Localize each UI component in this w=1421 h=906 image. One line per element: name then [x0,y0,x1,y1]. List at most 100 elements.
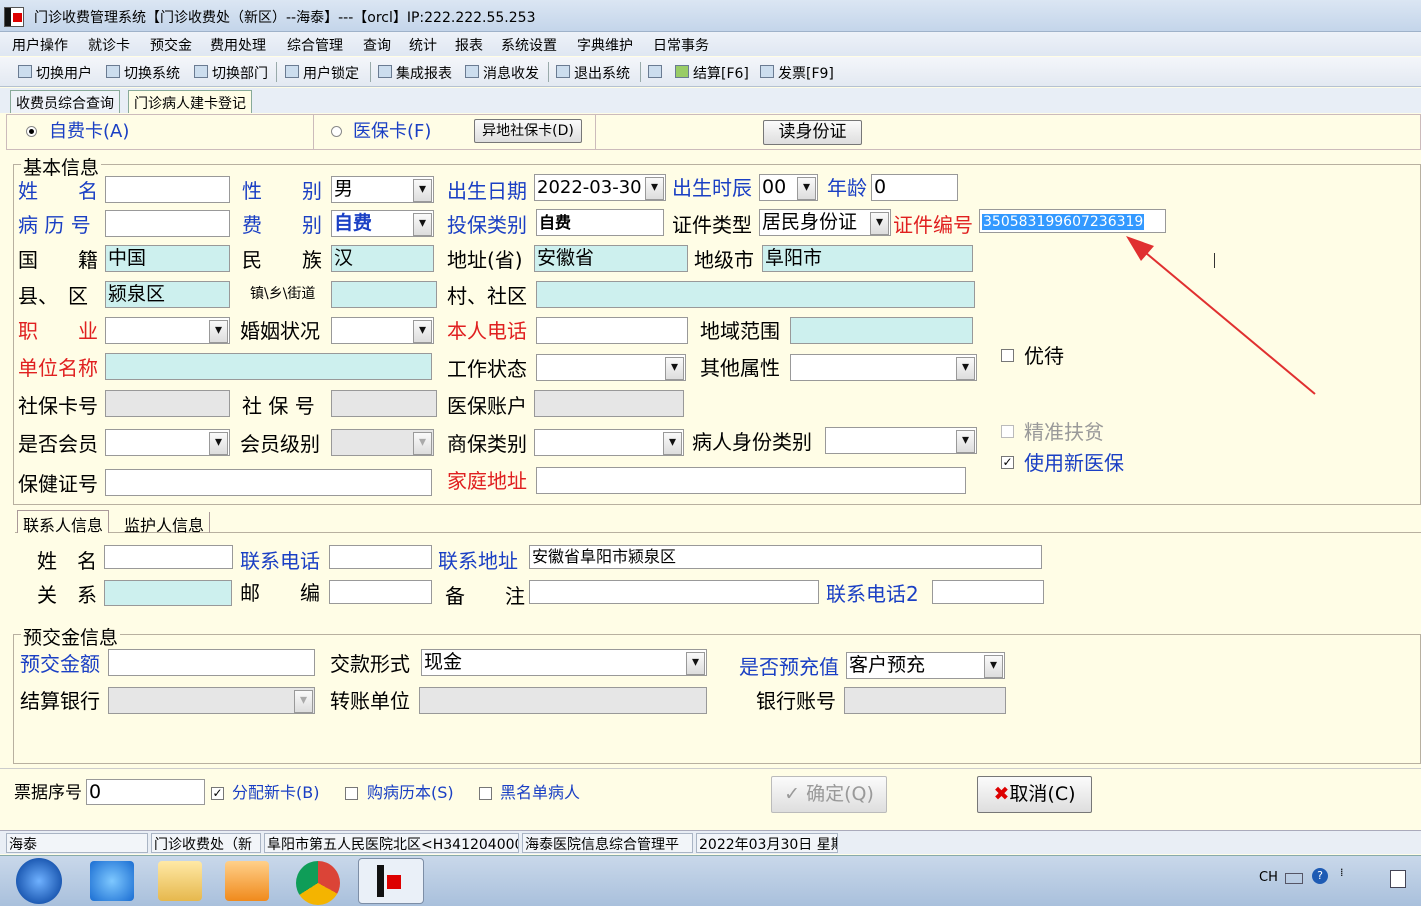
fee-type-select[interactable]: 自费 [331,210,434,237]
discount-label: 优待 [1024,344,1064,368]
member-level-select[interactable] [331,429,434,456]
menu-user-ops[interactable]: 用户操作 [12,35,68,55]
menu-settings[interactable]: 系统设置 [501,35,557,55]
tab-contact-info[interactable]: 联系人信息 [17,510,110,535]
biz-ins-select[interactable] [534,429,684,456]
bank-account-input[interactable] [844,687,1006,714]
buy-record-checkbox[interactable] [345,787,358,800]
keyboard-icon[interactable] [1285,873,1303,884]
new-card-checkbox[interactable]: ✓ [211,787,224,800]
file-explorer-icon[interactable] [158,861,202,901]
medical-card-label[interactable]: 医保卡(F) [353,120,431,144]
zip-input[interactable] [329,580,432,604]
discount-checkbox[interactable] [1001,349,1014,362]
age-input[interactable]: 0 [871,174,958,201]
tab-cashier-query[interactable]: 收费员综合查询 [10,90,120,113]
contact-tab-strip: 联系人信息 监护人信息 [15,509,1421,535]
lock-user-button[interactable]: 用户锁定 [285,63,359,83]
switch-dept-button[interactable]: 切换部门 [194,63,268,83]
blacklist-checkbox[interactable] [479,787,492,800]
language-indicator[interactable]: CH [1259,870,1278,885]
social-card-input[interactable] [105,390,230,417]
age-label: 年龄 [827,176,867,200]
tray-expand-icon[interactable]: ⁞ [1340,866,1344,879]
prepay-amount-input[interactable] [108,649,315,676]
notification-icon[interactable] [1390,870,1406,888]
confirm-button[interactable]: ✓ 确定(Q) [771,776,887,813]
app-task-button[interactable] [358,858,424,904]
menu-prepay[interactable]: 预交金 [150,35,192,55]
other-attr-select[interactable] [790,354,977,381]
home-address-input[interactable] [536,467,966,494]
tab-guardian-info[interactable]: 监护人信息 [119,512,211,535]
contact-name-input[interactable] [104,545,233,569]
cancel-button[interactable]: ✖取消(C) [977,776,1092,813]
contact-address-input[interactable]: 安徽省阜阳市颍泉区 [529,545,1042,569]
switch-user-button[interactable]: 切换用户 [18,63,92,83]
contact-phone-input[interactable] [329,545,432,569]
member-select[interactable] [105,429,230,456]
settle-button[interactable]: 结算[F6] [675,63,749,83]
exit-button[interactable]: 退出系统 [556,63,630,83]
start-button[interactable] [16,858,62,904]
switch-system-button[interactable]: 切换系统 [106,63,180,83]
marital-select[interactable] [331,317,434,344]
report-button[interactable]: 集成报表 [378,63,452,83]
ethnic-input[interactable]: 汉 [331,245,434,272]
relation-input[interactable] [104,580,232,606]
med-account-input[interactable] [534,390,684,417]
menu-daily[interactable]: 日常事务 [653,35,709,55]
settle-bank-select[interactable] [108,687,315,714]
village-input[interactable] [536,281,975,308]
toolbar-divider [640,62,641,82]
new-ins-checkbox[interactable]: ✓ [1001,456,1014,469]
media-player-icon[interactable] [225,861,269,901]
ticket-no-input[interactable]: 0 [86,779,205,805]
menu-dictionary[interactable]: 字典维护 [577,35,633,55]
transfer-unit-input[interactable] [419,687,707,714]
poverty-checkbox[interactable] [1001,425,1014,438]
health-no-input[interactable] [105,469,432,496]
county-input[interactable]: 颍泉区 [105,281,230,308]
menu-fees[interactable]: 费用处理 [210,35,266,55]
city-input[interactable]: 阜阳市 [762,245,973,272]
birth-hour-select[interactable]: 00 [759,174,818,201]
read-id-card-button[interactable]: 读身份证 [763,120,862,145]
job-select[interactable] [105,317,230,344]
message-button[interactable]: 消息收发 [465,63,539,83]
company-input[interactable] [105,353,432,380]
chrome-icon[interactable] [296,861,340,905]
menu-query[interactable]: 查询 [363,35,391,55]
tab-card-registration[interactable]: 门诊病人建卡登记 [128,90,252,113]
province-input[interactable]: 安徽省 [534,245,688,272]
menu-stats[interactable]: 统计 [409,35,437,55]
social-no-input[interactable] [331,390,437,417]
menu-manage[interactable]: 综合管理 [287,35,343,55]
birth-date-picker[interactable]: 2022-03-30 [534,174,666,201]
medical-card-radio[interactable] [331,126,342,137]
edit-icon[interactable] [648,65,662,78]
payment-method-select[interactable]: 现金 [421,649,707,676]
phone-input[interactable] [536,317,688,344]
self-pay-radio[interactable] [26,126,37,137]
region-input[interactable] [790,317,973,344]
town-input[interactable] [331,281,437,308]
gender-select[interactable]: 男 [331,176,434,203]
identity-select[interactable] [825,427,977,454]
name-input[interactable] [105,176,230,203]
record-no-input[interactable] [105,210,230,237]
invoice-button[interactable]: 发票[F9] [760,63,834,83]
precharge-select[interactable]: 客户预充 [846,652,1005,679]
help-icon[interactable]: ? [1312,868,1328,884]
contact-phone2-input[interactable] [932,580,1044,604]
menu-reports[interactable]: 报表 [455,35,483,55]
note-input[interactable] [529,580,819,604]
ins-type-input[interactable]: 自费 [536,209,664,236]
nationality-input[interactable]: 中国 [105,245,230,272]
self-pay-label[interactable]: 自费卡(A) [49,120,129,144]
id-type-select[interactable]: 居民身份证 [759,209,891,236]
menu-card[interactable]: 就诊卡 [88,35,130,55]
work-status-select[interactable] [536,354,686,381]
internet-explorer-icon[interactable] [90,861,134,901]
remote-social-card-button[interactable]: 异地社保卡(D) [474,119,582,143]
